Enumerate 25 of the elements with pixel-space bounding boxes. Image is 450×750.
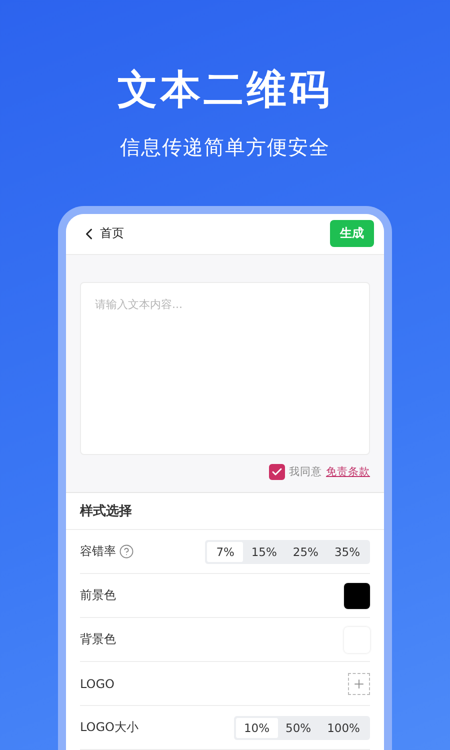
segment-option[interactable]: 25%	[284, 542, 326, 562]
row-label: 背景色	[80, 631, 116, 648]
row-label: LOGO大小	[80, 719, 138, 736]
agree-checkbox[interactable]	[269, 464, 285, 480]
row-label: 前景色	[80, 587, 116, 604]
help-icon[interactable]	[119, 544, 134, 559]
segment-option[interactable]: 7%	[207, 542, 244, 562]
color-swatch[interactable]	[344, 582, 370, 608]
segment-option[interactable]: 35%	[326, 542, 368, 562]
row-label: 容错率	[80, 543, 116, 560]
check-icon	[271, 466, 283, 478]
hero-title: 文本二维码	[118, 66, 332, 115]
segment-option[interactable]: 100%	[319, 718, 368, 738]
segment-option[interactable]: 15%	[243, 542, 285, 562]
hero-subtitle: 信息传递简单方便安全	[120, 134, 330, 160]
terms-link[interactable]: 免责条款	[326, 465, 370, 479]
text-input-field[interactable]: 请输入文本内容...	[80, 282, 370, 455]
add-logo-button[interactable]	[348, 672, 370, 694]
back-button[interactable]: 首页	[80, 224, 124, 243]
agree-text: 我同意	[289, 465, 322, 479]
segment-option[interactable]: 10%	[236, 718, 278, 738]
section-title: 样式选择	[66, 493, 384, 530]
segment-option[interactable]: 50%	[278, 718, 320, 738]
plus-icon	[352, 676, 366, 690]
row-label: LOGO	[80, 676, 114, 690]
